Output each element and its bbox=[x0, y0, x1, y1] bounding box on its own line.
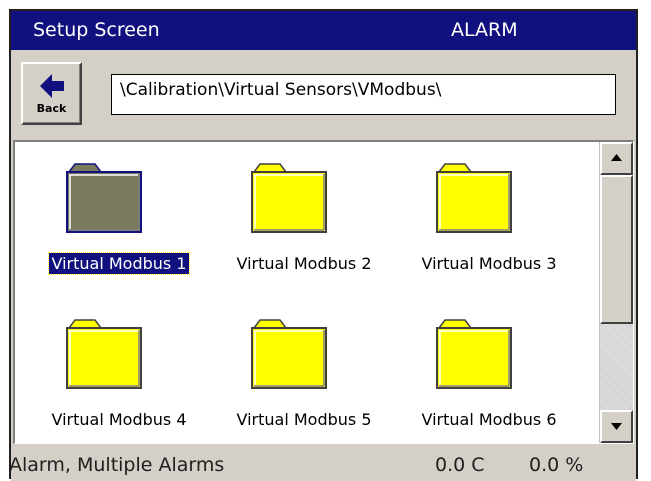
folder-item[interactable]: Virtual Modbus 5 bbox=[214, 316, 394, 446]
folder-item[interactable]: Virtual Modbus 4 bbox=[29, 316, 209, 446]
scroll-down-button[interactable] bbox=[600, 410, 633, 443]
path-field[interactable]: \Calibration\Virtual Sensors\VModbus\ bbox=[111, 74, 616, 115]
vertical-scrollbar[interactable] bbox=[599, 142, 633, 443]
back-button[interactable]: Back bbox=[21, 62, 82, 125]
folder-label: Virtual Modbus 1 bbox=[48, 252, 190, 275]
alarm-indicator[interactable]: ALARM bbox=[451, 19, 518, 41]
back-button-label: Back bbox=[36, 102, 67, 115]
folder-icon bbox=[66, 163, 142, 233]
alarm-status-text[interactable]: Alarm, Multiple Alarms bbox=[9, 454, 224, 476]
folder-icon bbox=[251, 163, 327, 233]
folder-label: Virtual Modbus 4 bbox=[51, 410, 187, 429]
setup-screen: Setup Screen ALARM Back \Calibration\Vir… bbox=[9, 9, 638, 481]
title-bar: Setup Screen ALARM bbox=[11, 11, 636, 50]
status-bar: Alarm, Multiple Alarms 0.0 C 0.0 % bbox=[9, 446, 636, 481]
folder-browser: Virtual Modbus 1 Virtual Modbus 2 Virtual … bbox=[13, 140, 634, 444]
folder-icon bbox=[66, 319, 142, 389]
temperature-readout: 0.0 C bbox=[435, 454, 485, 476]
arrow-up-icon bbox=[611, 154, 622, 161]
folder-item[interactable]: Virtual Modbus 6 bbox=[399, 316, 579, 446]
folder-item[interactable]: Virtual Modbus 1 bbox=[29, 160, 209, 290]
folder-label: Virtual Modbus 5 bbox=[236, 410, 372, 429]
folder-item[interactable]: Virtual Modbus 2 bbox=[214, 160, 394, 290]
folder-icon bbox=[251, 319, 327, 389]
toolbar: Back \Calibration\Virtual Sensors\VModbu… bbox=[11, 50, 636, 138]
folder-icon bbox=[436, 163, 512, 233]
page-title: Setup Screen bbox=[33, 19, 160, 41]
scroll-up-button[interactable] bbox=[600, 142, 633, 175]
folder-label: Virtual Modbus 6 bbox=[421, 410, 557, 429]
folder-label: Virtual Modbus 2 bbox=[236, 254, 372, 273]
folder-label: Virtual Modbus 3 bbox=[421, 254, 557, 273]
folder-icon bbox=[436, 319, 512, 389]
folder-item[interactable]: Virtual Modbus 3 bbox=[399, 160, 579, 290]
humidity-readout: 0.0 % bbox=[529, 454, 584, 476]
scroll-thumb[interactable] bbox=[600, 175, 633, 324]
arrow-down-icon bbox=[611, 423, 622, 430]
back-arrow-icon bbox=[40, 74, 64, 98]
